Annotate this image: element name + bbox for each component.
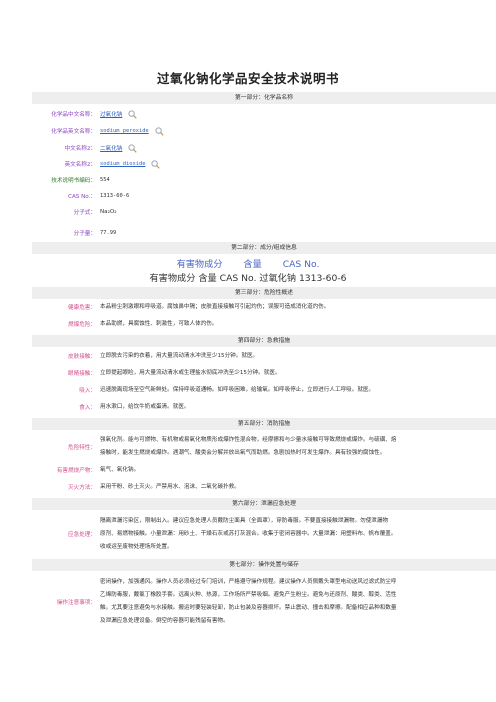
composition-header-content: 含量 [243,259,262,270]
emergency-row: 应急处理： 隔离泄漏污染区，限制出入。建议应急处理人员戴防尘面具（全面罩），穿防… [32,514,496,554]
code-row: 技术说明书编码： 554 [32,174,496,185]
handling-label: 操作注意事项： [56,600,96,606]
search-icon[interactable] [155,126,164,136]
handling-line-4: 及泄漏应急处理设备。倒空的容器可能残留有害物。 [100,618,229,624]
ingestion-text: 用水漱口，给饮牛奶或蛋清。就医。 [100,404,190,410]
eye-contact-text: 立即提起眼睑，用大量流动清水或生理盐水彻底冲洗至少15分钟。就医。 [100,370,281,376]
cas-label: CAS No.： [68,193,96,200]
skin-contact-label: 皮肤接触： [68,354,96,360]
en-name-link[interactable]: sodium peroxide [100,128,149,134]
fire-hazard-row: 燃爆危险： 本品助燃，具腐蚀性、刺激性，可致人体灼伤。 [32,318,496,330]
search-icon[interactable] [151,159,161,169]
weight-label: 分子量： [73,230,96,237]
inhalation-row: 吸入： 迅速脱离现场至空气新鲜处。保持呼吸道通畅。如呼吸困难，给输氧。如呼吸停止… [32,384,496,396]
cas-value: 1313-60-6 [100,192,130,199]
en-alias-row: 英文名称2： sodium dioxide [32,158,496,170]
section-header-part7: 第七部分：操作处置与储存 [32,559,496,571]
combustion-products-label: 有害燃烧产物： [56,468,96,474]
search-icon[interactable] [128,109,138,119]
section-header-part6: 第六部分：泄漏应急处理 [32,498,496,510]
handling-row: 操作注意事项： 密闭操作，加强通风。操作人员必须经过专门培训，严格遵守操作规程。… [32,575,496,629]
formula-row: 分子式： Na₂O₂ [32,206,496,217]
section-header-part5: 第五部分：消防措施 [32,418,496,430]
composition-header-ingredient: 有害物成分 [176,259,223,270]
hazard-properties-label: 危险特性： [68,445,96,451]
cn-alias-link[interactable]: 二氧化钠 [100,144,122,152]
section-header-part2: 第二部分：成分/组成信息 [32,242,496,254]
cas-row: CAS No.： 1313-60-6 [32,190,496,201]
emergency-label: 应急处理： [68,532,96,538]
code-value: 554 [100,176,110,183]
hazard-line-2: 接触时，能发生燃烧或爆炸。遇潮气、酸类会分解并放出氧气而助燃。急剧加热时可发生爆… [100,450,386,456]
cn-name-row: 化学品中文名称： 过氧化钠 [32,108,496,120]
skin-contact-row: 皮肤接触： 立即脱去污染的衣着，用大量流动清水冲洗至少15分钟。就医。 [32,350,496,362]
formula-label: 分子式： [73,209,96,216]
en-name-label: 化学品英文名称： [51,129,96,135]
hazard-properties-row: 危险特性： 强氧化剂。能与可燃物、有机物或易氧化物质形成爆炸性混合物，经摩擦和与… [32,434,496,460]
section-header-part1: 第一部分：化学品名称 [32,92,496,104]
emergency-line-1: 隔离泄漏污染区，限制出入。建议应急处理人员戴防尘面具（全面罩），穿防毒服。不要直… [100,517,389,524]
en-alias-link[interactable]: sodium dioxide [100,161,145,167]
handling-line-2: 乙烯防毒服，戴氯丁橡胶手套。远离火种、热源，工作场所严禁吸烟。避免产生粉尘。避免… [100,592,397,598]
search-icon[interactable] [128,143,138,153]
page-title: 过氧化钠化学品安全技术说明书 [156,71,339,86]
combustion-products-row: 有害燃烧产物： 氧气、氧化钠。 [32,464,496,476]
combustion-products-text: 氧气、氧化钠。 [100,467,140,473]
hazard-properties-text: 强氧化剂。能与可燃物、有机物或易氧化物质形成爆炸性混合物，经摩擦和与少量水接触可… [100,434,396,460]
weight-value: 77.99 [100,229,117,236]
inhalation-label: 吸入： [79,388,96,394]
document-page: 过氧化钠化学品安全技术说明书 第一部分：化学品名称 化学品中文名称： 过氧化钠 … [0,0,496,702]
inhalation-text: 迅速脱离现场至空气新鲜处。保持呼吸道通畅。如呼吸困难，给输氧。如呼吸停止，立即进… [100,387,375,393]
extinguishing-row: 灭火方法： 采用干粉、砂土灭火。严禁用水、泡沫、二氧化碳扑救。 [32,481,496,493]
skin-contact-text: 立即脱去污染的衣着，用大量流动清水冲洗至少15分钟。就医。 [100,353,259,359]
en-name-row: 化学品英文名称： sodium peroxide [32,125,496,137]
section-header-part4: 第四部分：急救措施 [32,335,496,347]
fire-hazard-label: 燃爆危险： [68,322,96,328]
health-hazard-label: 健康危害： [68,305,96,311]
ingestion-label: 食入： [79,405,96,411]
weight-row: 分子量： 77.99 [32,227,496,238]
extinguishing-label: 灭火方法： [68,485,96,491]
emergency-text: 隔离泄漏污染区，限制出入。建议应急处理人员戴防尘面具（全面罩），穿防毒服。不要直… [100,514,396,554]
health-hazard-text: 本品粉尘刺激眼和呼吸道。腐蚀鼻中隔；皮肤直接接触可引起灼伤；误服可造成消化道灼伤… [100,304,330,310]
ingestion-row: 食入： 用水漱口，给饮牛奶或蛋清。就医。 [32,401,496,413]
composition-headers: 有害物成分 含量 CAS No. [0,256,496,270]
section-header-part3: 第三部分：危险性概述 [32,287,496,299]
extinguishing-text: 采用干粉、砂土灭火。严禁用水、泡沫、二氧化碳扑救。 [100,484,240,490]
cn-alias-row: 中文名称2： 二氧化钠 [32,142,496,154]
composition-row: 有害物成分 含量 CAS No. 过氧化钠 1313-60-6 [149,273,347,284]
handling-line-3: 触。尤其要注意避免与水接触。搬运时要轻装轻卸，防止包装及容器损坏。禁止震动、撞击… [100,605,397,611]
fire-hazard-text: 本品助燃，具腐蚀性、刺激性，可致人体灼伤。 [100,321,218,327]
cn-name-label: 化学品中文名称： [51,112,96,118]
eye-contact-label: 眼睛接触： [68,371,96,377]
formula-value: Na₂O₂ [100,208,117,215]
cn-alias-label: 中文名称2： [64,146,96,152]
code-label: 技术说明书编码： [51,177,96,184]
emergency-line-2: 原剂、易燃物接触。小量泄漏：用砂土、干燥石灰或苏打灰混合。收集于密闭容器中。大量… [100,530,397,537]
cn-name-link[interactable]: 过氧化钠 [100,110,122,118]
composition-header-cas: CAS No. [282,259,320,270]
hazard-line-1: 强氧化剂。能与可燃物、有机物或易氧化物质形成爆炸性混合物，经摩擦和与少量水接触可… [100,437,397,443]
emergency-line-3: 收或运至废物处理场所处置。 [100,543,173,550]
handling-text: 密闭操作，加强通风。操作人员必须经过专门培训，严格遵守操作规程。建议操作人员佩戴… [100,575,396,629]
handling-line-1: 密闭操作，加强通风。操作人员必须经过专门培训，严格遵守操作规程。建议操作人员佩戴… [100,579,397,585]
en-alias-label: 英文名称2： [64,162,96,168]
eye-contact-row: 眼睛接触： 立即提起眼睑，用大量流动清水或生理盐水彻底冲洗至少15分钟。就医。 [32,367,496,379]
health-hazard-row: 健康危害： 本品粉尘刺激眼和呼吸道。腐蚀鼻中隔；皮肤直接接触可引起灼伤；误服可造… [32,301,496,313]
